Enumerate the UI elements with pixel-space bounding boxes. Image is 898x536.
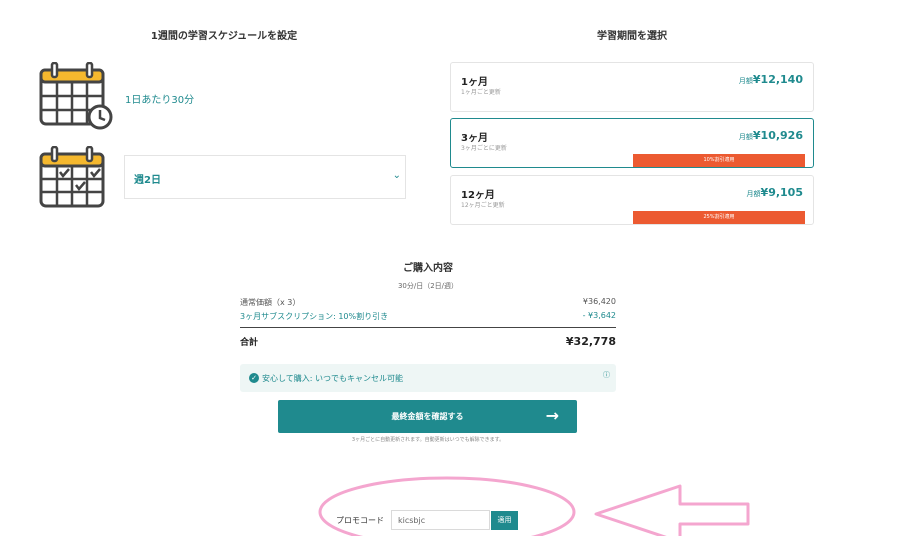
annotation-ellipse [318,476,576,536]
plan-name: 3ヶ月 [461,133,488,144]
discount-badge: 10%割引適用 [633,154,805,167]
plan-1-month[interactable]: 1ヶ月 1ヶ月ごと更新 月額¥12,140 [450,62,814,112]
row-value: - ¥3,642 [582,311,616,320]
info-icon[interactable]: ⓘ [603,370,610,380]
plan-name: 1ヶ月 [461,77,488,88]
schedule-title: 1週間の学習スケジュールを設定 [150,31,298,42]
price-prefix: 月額 [738,133,753,141]
row-label: 3ヶ月サブスクリプション: 10%割り引き [240,312,389,321]
price-value: ¥9,105 [760,186,803,199]
plan-price: 月額¥9,105 [747,186,803,199]
cta-label: 最終金額を確認する [391,412,464,421]
plan-3-months[interactable]: 3ヶ月 3ヶ月ごとに更新 月額¥10,926 10%割引適用 [450,118,814,168]
discount-badge: 25%割引適用 [633,211,805,224]
check-circle-icon: ✓ [249,373,259,383]
summary-row-discount: 3ヶ月サブスクリプション: 10%割り引き - ¥3,642 [240,311,616,322]
total-value: ¥32,778 [565,335,616,348]
summary-total: 合計 ¥32,778 [240,335,616,348]
summary-divider [240,327,616,328]
cancel-notice: ✓ 安心して購入: いつでもキャンセル可能 ⓘ [240,364,616,392]
annotation-overlay [318,476,750,536]
annotation-arrow [594,484,750,536]
plan-sub: 12ヶ月ごと更新 [461,202,505,209]
notice-text: 安心して購入: いつでもキャンセル可能 [262,374,403,383]
days-select-value: 週2日 [134,175,161,186]
plan-sub: 3ヶ月ごとに更新 [461,145,507,152]
calendar-clock-icon [39,62,113,130]
row-label: 通常価額（x 3） [240,298,301,307]
summary-subtitle: 30分/日（2日/週） [397,282,459,290]
summary-row-regular: 通常価額（x 3） ¥36,420 [240,297,616,308]
row-value: ¥36,420 [582,297,616,306]
days-per-week-select[interactable]: 週2日 ⌄ [124,155,406,199]
price-prefix: 月額 [746,190,761,198]
confirm-total-button[interactable]: 最終金額を確認する → [278,400,577,433]
price-prefix: 月額 [738,77,753,85]
plan-12-months[interactable]: 12ヶ月 12ヶ月ごと更新 月額¥9,105 25%割引適用 [450,175,814,225]
period-title: 学習期間を選択 [597,31,667,42]
plan-price: 月額¥12,140 [739,73,803,86]
total-label: 合計 [240,338,259,348]
chevron-down-icon: ⌄ [392,170,401,181]
plan-price: 月額¥10,926 [739,129,803,142]
plan-sub: 1ヶ月ごと更新 [461,89,501,96]
renewal-footnote: 3ヶ月ごとに自動更新されます。自動更新はいつでも解除できます。 [351,437,505,443]
price-value: ¥10,926 [752,129,803,142]
duration-label: 1日あたり30分 [125,95,195,106]
price-value: ¥12,140 [752,73,803,86]
calendar-check-icon [39,146,105,208]
summary-title: ご購入内容 [403,263,453,274]
arrow-right-icon: → [545,406,559,425]
plan-name: 12ヶ月 [461,190,495,201]
